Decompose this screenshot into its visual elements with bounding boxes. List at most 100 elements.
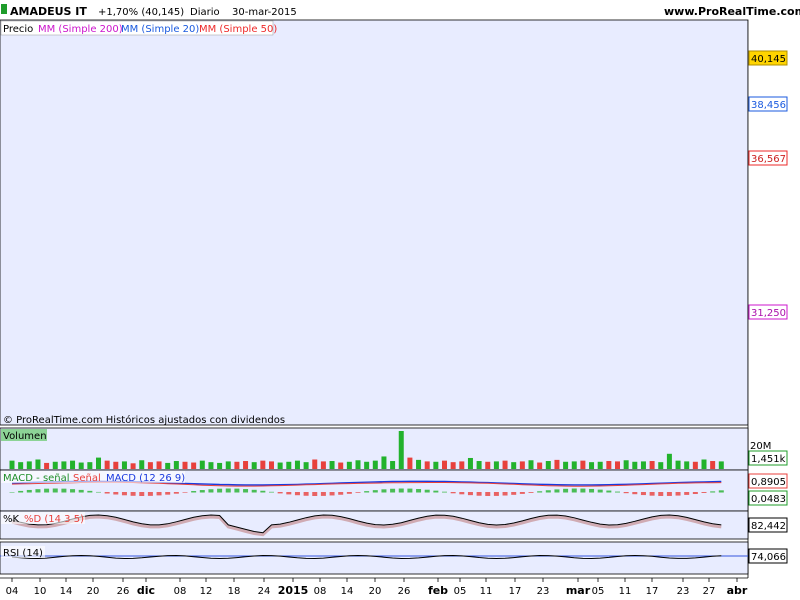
macd-hist-bar (632, 492, 638, 495)
macd-hist-bar (87, 490, 93, 493)
volume-bar (277, 462, 283, 469)
x-tick-label: 17 (646, 586, 659, 597)
macd-hist-bar (113, 492, 119, 495)
volume-bar (182, 461, 188, 469)
copyright: © ProRealTime.com Históricos ajustados c… (3, 414, 285, 426)
volume-bar (251, 462, 257, 469)
macd-hist-bar (121, 492, 127, 496)
volume-bar (493, 461, 499, 469)
ma200-badge: 31,250 (751, 308, 786, 319)
volume-bar (640, 461, 646, 469)
macd-hist-bar (467, 492, 473, 496)
volume-bar (398, 431, 404, 469)
volume-bar (269, 461, 274, 469)
macd-hist-bar (156, 492, 162, 496)
macd-badge: 0,8905 (751, 477, 786, 488)
ma50-badge: 36,567 (751, 154, 786, 165)
macd-hist-bar (537, 491, 543, 493)
volume-bar (303, 462, 309, 469)
macd-hist-bar (96, 491, 101, 493)
x-tick-label: 23 (677, 586, 690, 597)
macd-hist-bar (260, 490, 266, 493)
x-tick-label: 05 (454, 586, 467, 597)
volume-bar (459, 461, 465, 469)
x-tick-label: abr (727, 584, 748, 597)
macd-hist-bar (623, 492, 629, 494)
macd-hist-bar (78, 489, 84, 493)
volume-bar (234, 461, 240, 469)
last-price-badge: 40,145 (751, 54, 786, 65)
up-arrow-icon (1, 4, 7, 14)
macd-hist-bar (710, 491, 716, 493)
macd-hist-bar (35, 489, 41, 493)
macd-hist-bar (433, 490, 439, 493)
macd-title-line: MACD - señal (3, 473, 70, 484)
x-tick-label: 26 (117, 586, 130, 597)
volume-bar (320, 461, 326, 469)
volume-bar (407, 457, 413, 469)
macd-hist-bar (9, 492, 15, 493)
legend-ma20: MM (Simple 20) (121, 24, 199, 35)
volume-bar (372, 460, 378, 469)
macd-hist-bar (658, 492, 664, 496)
x-tick-label: feb (428, 584, 448, 597)
volume-bar (199, 460, 205, 469)
volume-bar (563, 461, 569, 469)
macd-hist-bar (372, 490, 378, 493)
macd-hist-bar (442, 491, 447, 493)
x-tick-label: mar (566, 584, 591, 597)
macd-hist-bar (70, 489, 76, 493)
macd-hist-bar (684, 492, 690, 495)
x-tick-label: 11 (480, 586, 493, 597)
volume-bar (684, 461, 690, 469)
macd-hist-bar (364, 491, 370, 493)
macd-hist-bar (692, 492, 698, 495)
price-chart[interactable]: AMADEUS IT +1,70% (40,145) Diario 30-mar… (0, 0, 800, 600)
volume-bar (692, 461, 698, 469)
macd-hist-bar (303, 492, 309, 496)
macd-hist-bar (286, 492, 292, 495)
volume-bar (346, 461, 352, 469)
macd-hist-bar (502, 492, 508, 496)
volume-bar (35, 459, 41, 469)
volume-bar (519, 461, 525, 469)
macd-hist-bar (563, 488, 569, 493)
volume-bar (710, 461, 716, 469)
macd-hist-bar (528, 492, 534, 493)
volume-bar (476, 461, 482, 469)
ma20-badge: 38,456 (751, 100, 786, 111)
macd-hist-bar (346, 492, 352, 494)
x-tick-label: 05 (592, 586, 605, 597)
macd-hist-bar (424, 489, 430, 493)
volume-bar (329, 461, 335, 469)
macd-hist-bar (104, 492, 110, 494)
legend-price: Precio (3, 24, 33, 35)
volume-bar (554, 459, 560, 469)
macd-hist-bar (18, 490, 24, 493)
volume-bar (442, 460, 447, 469)
volume-bar (9, 460, 15, 469)
volume-bar (364, 461, 370, 469)
macd-hist-bar (243, 489, 249, 493)
volume-bar (390, 461, 396, 469)
volume-bar (294, 460, 300, 469)
x-tick-label: 20 (369, 586, 382, 597)
volume-bar (416, 459, 422, 469)
macd-hist-bar (493, 492, 499, 496)
macd-hist-bar (277, 492, 283, 494)
macd-hist-bar (182, 492, 188, 493)
macd-hist-bar (381, 489, 387, 493)
macd-hist-bar (640, 492, 646, 496)
macd-hist-bar (597, 489, 603, 493)
macd-hist-bar (217, 488, 223, 493)
volume-bar (528, 460, 534, 469)
macd-hist-bar (606, 490, 612, 493)
macd-hist-bar (476, 492, 482, 496)
macd-hist-bar (338, 492, 344, 495)
x-tick-label: 04 (6, 586, 19, 597)
stoch-badge: 82,442 (751, 521, 786, 532)
legend-ma200: MM (Simple 200) (38, 24, 123, 35)
volume-bar (502, 460, 508, 469)
volume-bar (632, 461, 638, 469)
volume-bar (467, 457, 473, 469)
